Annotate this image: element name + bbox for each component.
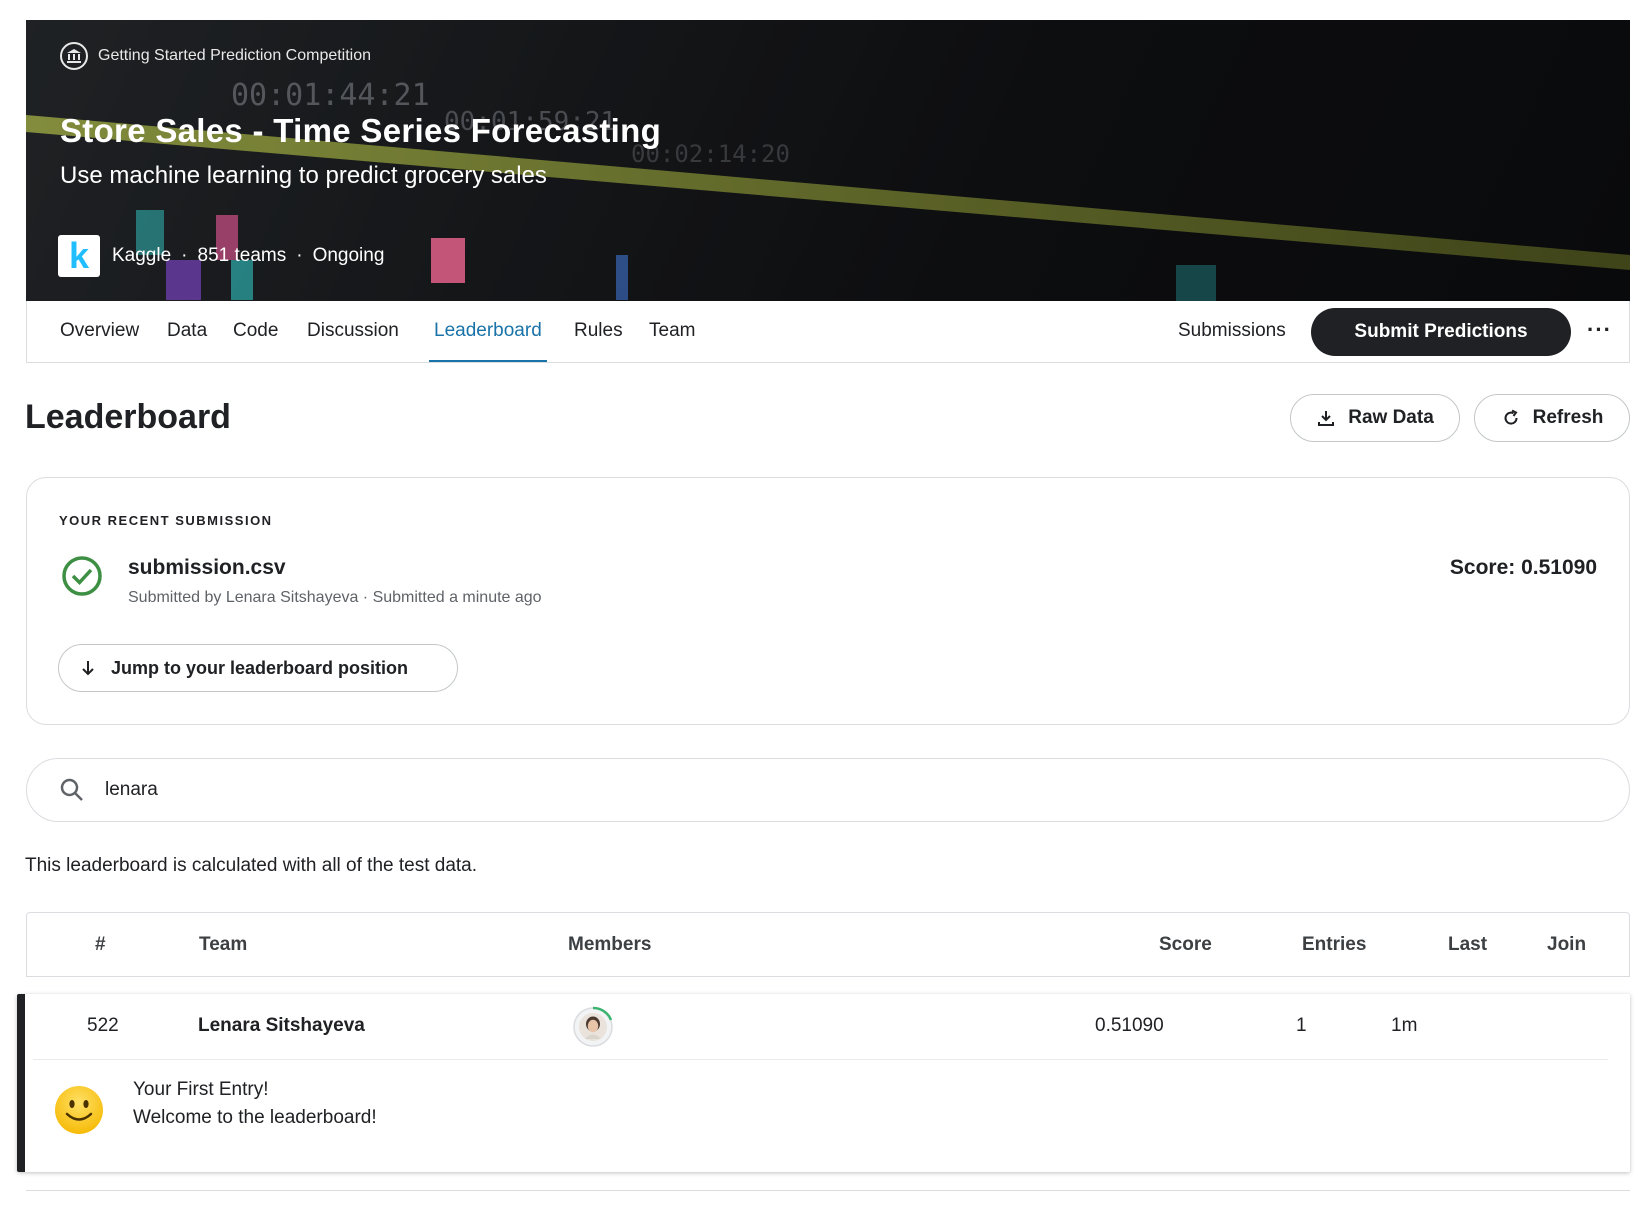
download-icon [1318, 411, 1335, 426]
jump-label: Jump to your leaderboard position [111, 657, 409, 678]
raw-data-label: Raw Data [1348, 407, 1434, 428]
refresh-button[interactable]: Refresh [1474, 394, 1630, 442]
competition-status: Ongoing [312, 245, 385, 266]
submissions-link[interactable]: Submissions [1178, 301, 1286, 361]
tab-leaderboard[interactable]: Leaderboard [429, 301, 547, 362]
header-members: Members [568, 934, 652, 955]
recent-submission-label: YOUR RECENT SUBMISSION [59, 513, 273, 528]
leaderboard-search [26, 758, 1630, 822]
refresh-label: Refresh [1532, 407, 1604, 428]
refresh-icon [1504, 409, 1518, 425]
header-join: Join [1547, 934, 1587, 955]
welcome-message: Your First Entry! Welcome to the leaderb… [133, 1076, 377, 1132]
submission-score: Score: 0.51090 [1449, 556, 1597, 579]
svg-text:00:01:44:21: 00:01:44:21 [231, 78, 430, 113]
header-score[interactable]: Score [1159, 913, 1212, 977]
tab-discussion[interactable]: Discussion [307, 301, 399, 362]
leaderboard-note: This leaderboard is calculated with all … [25, 855, 478, 876]
header-last[interactable]: Last [1448, 913, 1487, 977]
success-check-icon [62, 556, 102, 596]
tab-overview[interactable]: Overview [60, 301, 139, 362]
more-options-icon[interactable]: ··· [1587, 317, 1612, 343]
recent-submission-card: YOUR RECENT SUBMISSION submission.csv Su… [26, 477, 1630, 725]
row-score: 0.51090 [1095, 1015, 1164, 1036]
tab-team[interactable]: Team [649, 301, 695, 362]
arrow-down-icon [82, 661, 94, 676]
row-last: 1m [1391, 1015, 1418, 1036]
tab-rules[interactable]: Rules [574, 301, 623, 362]
institution-icon [60, 42, 88, 70]
tab-data[interactable]: Data [167, 301, 207, 362]
team-count: 851 teams [197, 245, 287, 266]
tab-code[interactable]: Code [233, 301, 278, 362]
raw-data-button[interactable]: Raw Data [1290, 394, 1460, 442]
competition-type: Getting Started Prediction Competition [60, 42, 371, 70]
row-team-name[interactable]: Lenara Sitshayeva [198, 994, 365, 1058]
table-row: 522 Lenara Sitshayeva 0.51090 1 1m Your … [17, 994, 1630, 1172]
smiley-icon [55, 1086, 103, 1134]
separator-dot: · [296, 245, 303, 266]
competition-banner: 00:01:44:21 00:01:59:21 00:02:14:20 Gett… [26, 20, 1630, 301]
submission-byline: Submitted by Lenara Sitshayeva · Submitt… [128, 589, 542, 606]
welcome-line-1: Your First Entry! [133, 1079, 269, 1100]
search-input[interactable] [105, 779, 1505, 801]
row-rank: 522 [87, 1015, 119, 1036]
search-icon [60, 778, 83, 801]
host-name[interactable]: Kaggle [112, 245, 171, 267]
member-avatar[interactable] [572, 1006, 614, 1048]
welcome-line-2: Welcome to the leaderboard! [133, 1107, 377, 1128]
header-team: Team [199, 934, 248, 955]
table-header: # Team Members Score Entries Last Join [26, 912, 1630, 977]
competition-type-label: Getting Started Prediction Competition [98, 47, 372, 64]
header-rank: # [95, 934, 106, 955]
page-title: Leaderboard [25, 398, 231, 436]
competition-meta: k Kaggle · 851 teams · Ongoing [58, 235, 384, 277]
competition-tabs: Overview Data Code Discussion Leaderboar… [26, 301, 1630, 363]
jump-to-position-button[interactable]: Jump to your leaderboard position [58, 644, 458, 692]
row-entries: 1 [1296, 1015, 1307, 1036]
competition-title: Store Sales - Time Series Forecasting [60, 112, 662, 149]
separator-dot: · [181, 245, 188, 266]
row-divider [33, 1059, 1608, 1060]
competition-subtitle: Use machine learning to predict grocery … [60, 162, 547, 189]
kaggle-logo: k [58, 235, 100, 277]
submit-predictions-button[interactable]: Submit Predictions [1311, 308, 1571, 356]
submission-filename[interactable]: submission.csv [128, 556, 286, 580]
header-entries[interactable]: Entries [1302, 913, 1366, 977]
table-bottom-divider [26, 1190, 1630, 1191]
